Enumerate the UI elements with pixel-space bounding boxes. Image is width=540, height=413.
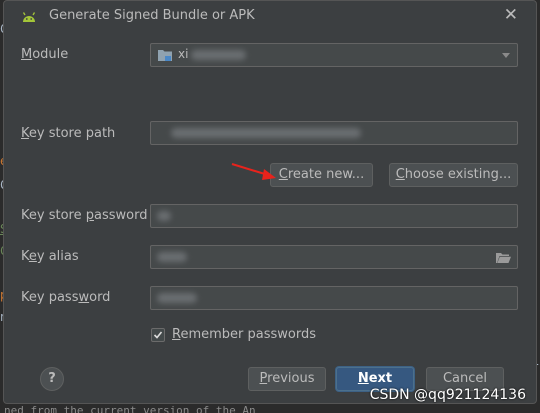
chevron-down-icon	[502, 53, 510, 58]
module-label: Module	[21, 47, 69, 62]
bg-bottom-text: ned from the current version of the An	[4, 404, 256, 413]
key-store-path-label: Key store path	[21, 126, 116, 141]
folder-browse-icon[interactable]	[496, 252, 511, 263]
dialog-titlebar: Generate Signed Bundle or APK ✕	[4, 1, 536, 33]
redacted-text	[157, 293, 197, 303]
key-password-field[interactable]	[150, 286, 518, 310]
key-alias-label: Key alias	[21, 249, 79, 264]
create-new-button[interactable]: Create new...	[270, 163, 373, 187]
redacted-text	[157, 252, 187, 262]
key-store-password-label: Key store password	[21, 208, 148, 223]
remember-passwords-label[interactable]: Remember passwords	[172, 327, 316, 342]
redacted-text	[171, 128, 361, 138]
checkmark-icon	[153, 331, 163, 339]
previous-button[interactable]: Previous	[248, 367, 326, 391]
key-alias-field[interactable]	[150, 245, 518, 269]
module-select[interactable]: xi	[150, 43, 518, 67]
csdn-watermark: CSDN @qq921124136	[369, 387, 526, 403]
redacted-text	[191, 50, 246, 60]
key-store-password-field[interactable]	[150, 204, 518, 228]
help-button[interactable]: ?	[40, 367, 64, 391]
redacted-text	[157, 211, 171, 221]
module-value: xi	[178, 47, 189, 61]
key-password-label: Key password	[21, 290, 111, 305]
choose-existing-button[interactable]: Choose existing...	[389, 163, 518, 187]
annotation-arrow-icon	[231, 163, 276, 180]
close-icon[interactable]: ✕	[504, 5, 518, 25]
generate-signed-bundle-dialog: Generate Signed Bundle or APK ✕ Module x…	[3, 0, 537, 404]
remember-passwords-checkbox[interactable]	[151, 328, 165, 342]
dialog-title: Generate Signed Bundle or APK	[49, 8, 255, 23]
module-folder-icon	[158, 50, 172, 61]
key-store-path-field[interactable]	[150, 121, 518, 145]
android-icon	[22, 12, 36, 22]
